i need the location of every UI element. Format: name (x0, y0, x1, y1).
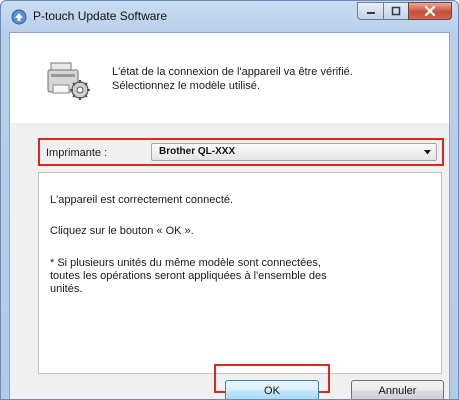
status-panel: L'appareil est correctement connecté. Cl… (38, 172, 442, 374)
note-line-3: unités. (50, 283, 83, 295)
maximize-button[interactable] (383, 2, 408, 20)
minimize-icon (366, 12, 375, 14)
status-click-ok: Cliquez sur le bouton « OK ». (50, 225, 194, 237)
status-connected: L'appareil est correctement connecté. (50, 194, 234, 206)
app-icon (11, 9, 27, 25)
printer-label: Imprimante : (46, 147, 108, 159)
header-line-2: Sélectionnez le modèle utilisé. (112, 80, 260, 92)
close-icon (424, 5, 436, 17)
close-button[interactable] (408, 2, 452, 20)
header-text: L'état de la connexion de l'appareil va … (112, 65, 353, 93)
dialog-window: P-touch Update Software L'état de la con… (0, 0, 459, 400)
printer-settings-icon (47, 61, 91, 101)
window-controls (357, 2, 452, 21)
cancel-button[interactable]: Annuler (351, 380, 444, 399)
window-title: P-touch Update Software (33, 9, 168, 23)
printer-select-row: Imprimante : Brother QL-XXX (38, 138, 444, 166)
title-bar[interactable]: P-touch Update Software (1, 1, 458, 31)
printer-dropdown-value: Brother QL-XXX (159, 146, 236, 157)
dialog-body: L'état de la connexion de l'appareil va … (9, 32, 450, 399)
note-line-2: toutes les opérations seront appliquées … (50, 270, 327, 282)
header-line-1: L'état de la connexion de l'appareil va … (112, 66, 353, 78)
note-line-1: * Si plusieurs unités du même modèle son… (50, 257, 321, 269)
maximize-icon (391, 6, 401, 16)
minimize-button[interactable] (357, 2, 383, 20)
printer-dropdown[interactable]: Brother QL-XXX (151, 143, 437, 161)
chevron-down-icon (424, 150, 431, 155)
header-area: L'état de la connexion de l'appareil va … (10, 33, 449, 123)
ok-button[interactable]: OK (225, 380, 319, 399)
